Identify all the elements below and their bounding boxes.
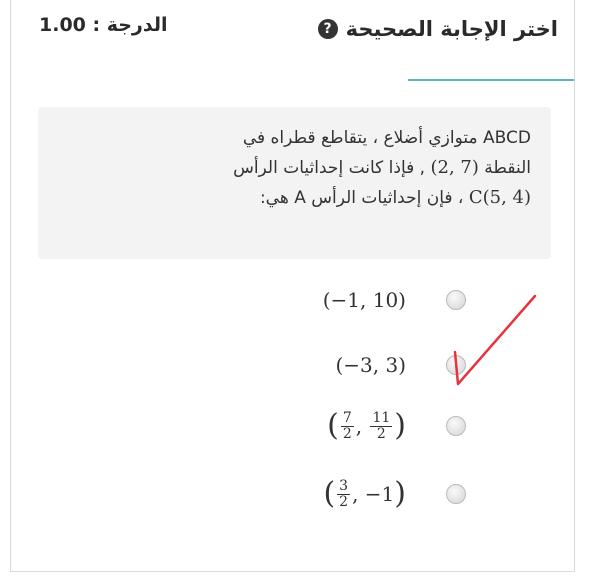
option-label: ( 3 2 , −1 ) [323,476,406,511]
help-icon[interactable]: ? [317,19,338,39]
answer-option[interactable]: (−3, 3) [335,345,466,385]
question-text: ABCD متوازي أضلاع ، يتقاطع قطراه في النق… [38,107,551,259]
option-radio[interactable] [446,416,466,436]
option-label: ( 7 2 , 11 2 ) [327,408,406,443]
header-underline [408,79,574,81]
question-line-1: ABCD متوازي أضلاع ، يتقاطع قطراه في [242,128,531,148]
answer-option[interactable]: ( 7 2 , 11 2 ) [327,406,466,446]
question-title: اختر الإجابة الصحيحة ? [317,17,558,41]
option-radio[interactable] [446,484,466,504]
fraction: 11 2 [370,409,393,442]
check-mark-annotation [453,294,537,386]
answer-option[interactable]: ( 3 2 , −1 ) [323,474,466,514]
question-title-text: اختر الإجابة الصحيحة [345,17,558,41]
intersection-point: (2, 7) [430,157,479,178]
fraction: 7 2 [340,409,354,442]
question-header: الدرجة : 1.00 اختر الإجابة الصحيحة ? [11,0,574,81]
option-label: (−1, 10) [322,288,406,312]
question-card: الدرجة : 1.00 اختر الإجابة الصحيحة ? ABC… [10,0,575,572]
option-label: (−3, 3) [335,353,406,377]
vertex-c: C(5, 4) [468,187,531,208]
answer-option[interactable]: (−1, 10) [323,280,466,320]
question-line-3: C(5, 4) ، فإن إحداثيات الرأس A هي: [259,187,531,208]
fraction: 3 2 [337,477,351,510]
question-line-2: النقطة (2, 7) , فإذا كانت إحداثيات الرأس [233,157,531,178]
grade-label: الدرجة : 1.00 [39,14,168,36]
